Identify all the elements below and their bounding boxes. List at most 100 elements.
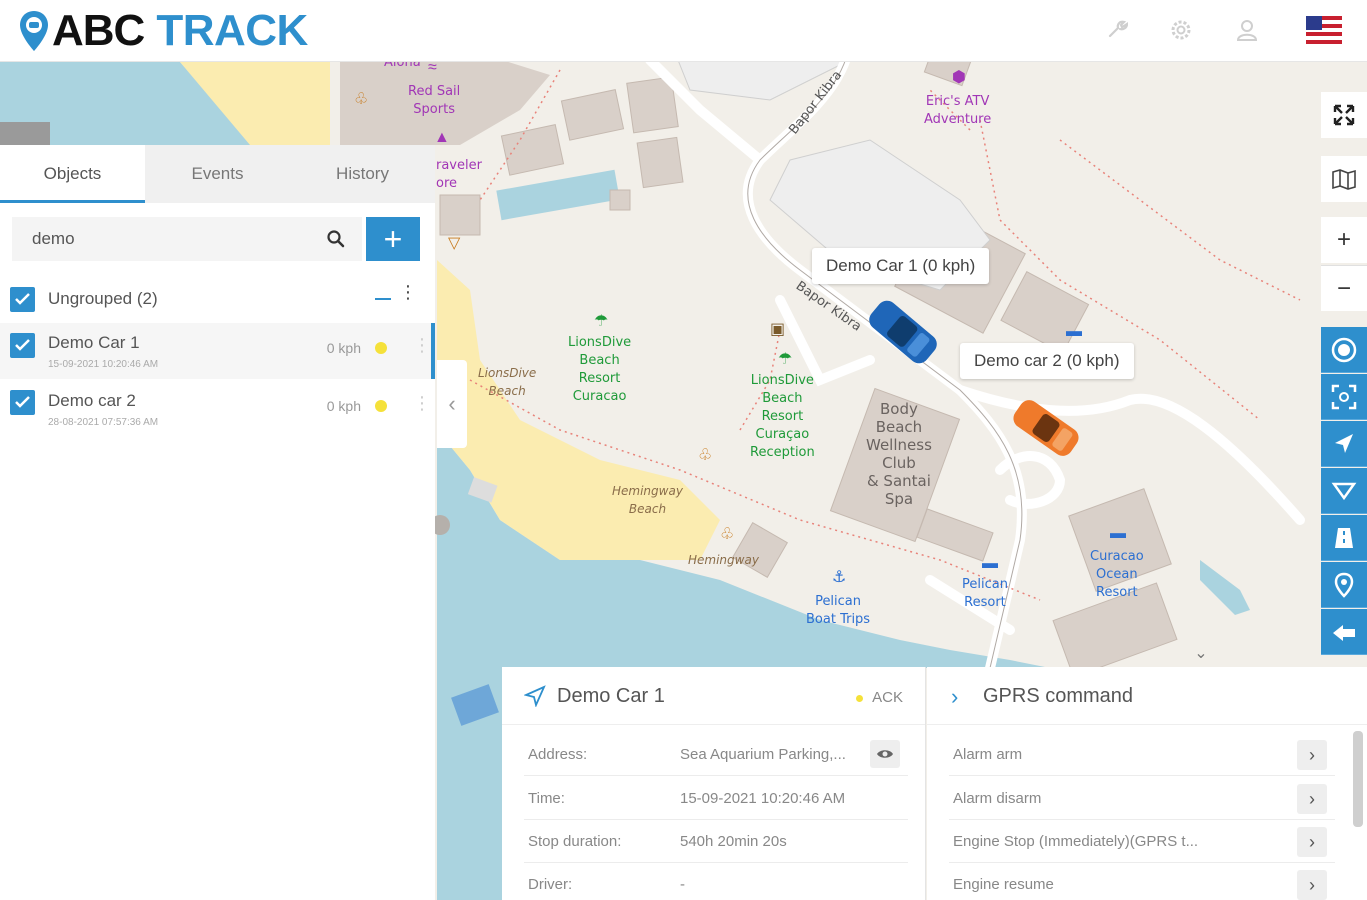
- info-value: -: [680, 876, 685, 893]
- reception-icon: ▣: [770, 321, 786, 338]
- tab-history[interactable]: History: [290, 145, 435, 203]
- ack-label[interactable]: ACK: [872, 689, 903, 706]
- command-row[interactable]: Alarm arm ›: [949, 733, 1335, 776]
- object-timestamp: 28-08-2021 07:57:36 AM: [48, 417, 159, 428]
- filter-icon[interactable]: [1321, 468, 1367, 514]
- wrench-icon[interactable]: [1104, 18, 1130, 44]
- gprs-header[interactable]: › GPRS command: [927, 667, 1367, 725]
- logo-abc-text: ABC: [52, 6, 145, 55]
- send-command-button[interactable]: ›: [1297, 740, 1327, 770]
- restaurant-icon: ♧: [698, 447, 713, 464]
- map-layers-icon[interactable]: [1321, 156, 1367, 202]
- map-label-hemingway: Hemingway: [688, 553, 759, 567]
- map-label-erics-atv: Eric's ATV Adventure: [924, 94, 992, 127]
- hotel-icon: ▬: [1066, 323, 1082, 340]
- restaurant-icon: ♧: [354, 91, 369, 108]
- map-label-body-beach: Body Beach Wellness Club & Santai Spa: [866, 400, 932, 508]
- send-command-button[interactable]: ›: [1297, 784, 1327, 814]
- restaurant-icon: ♧: [720, 526, 735, 543]
- info-title: Demo Car 1: [557, 685, 665, 707]
- object-row[interactable]: Demo car 2 28-08-2021 07:57:36 AM 0 kph …: [0, 383, 435, 439]
- info-value: 15-09-2021 10:20:46 AM: [680, 790, 846, 807]
- info-key: Driver:: [528, 876, 573, 893]
- group-checkbox[interactable]: [10, 287, 35, 312]
- command-label: Alarm arm: [953, 746, 1023, 763]
- search-input[interactable]: [12, 217, 312, 261]
- command-row[interactable]: Engine resume ›: [949, 863, 1335, 900]
- logo-pin-icon: [18, 9, 50, 53]
- object-name: Demo Car 1: [48, 333, 140, 352]
- search-box: [12, 217, 362, 261]
- pin-icon[interactable]: [1321, 562, 1367, 608]
- tab-events[interactable]: Events: [145, 145, 290, 203]
- atv-icon: ⬢: [952, 69, 966, 86]
- info-header: Demo Car 1 ACK: [502, 667, 925, 725]
- shirt-icon: ▲: [434, 129, 450, 146]
- road-icon[interactable]: [1321, 515, 1367, 561]
- object-menu-icon[interactable]: ⋮: [413, 336, 431, 354]
- app-logo[interactable]: ABC TRACK: [18, 6, 308, 56]
- command-row[interactable]: Engine Stop (Immediately)(GPRS t... ›: [949, 820, 1335, 863]
- object-info-panel: Demo Car 1 ACK Address: Sea Aquarium Par…: [502, 667, 926, 900]
- map-label-pelican-boat: Pelican Boat Trips: [806, 594, 871, 627]
- panel-tabs: Objects Events History: [0, 145, 435, 203]
- user-icon[interactable]: [1234, 18, 1260, 44]
- target-icon[interactable]: [1321, 327, 1367, 373]
- us-flag-icon[interactable]: [1306, 16, 1342, 44]
- send-command-button[interactable]: ›: [1297, 870, 1327, 900]
- swimmer-icon: ≈: [428, 59, 437, 76]
- objects-panel: Objects Events History + Ungrouped (2) ⋮…: [0, 145, 435, 900]
- command-label: Engine resume: [953, 876, 1054, 893]
- command-label: Alarm disarm: [953, 790, 1042, 807]
- tab-objects[interactable]: Objects: [0, 145, 145, 203]
- object-timestamp: 15-09-2021 10:20:46 AM: [48, 359, 159, 370]
- object-checkbox[interactable]: [10, 390, 35, 415]
- zoom-out-icon[interactable]: −: [1321, 265, 1367, 311]
- group-menu-icon[interactable]: ⋮: [399, 283, 417, 301]
- zoom-in-icon[interactable]: +: [1321, 217, 1367, 263]
- scrollbar[interactable]: [1353, 731, 1363, 827]
- search-row: +: [12, 217, 420, 261]
- car-1-callout[interactable]: Demo Car 1 (0 kph): [812, 248, 990, 284]
- bar-icon: ▽: [448, 235, 461, 252]
- car-2-callout[interactable]: Demo car 2 (0 kph): [960, 343, 1134, 379]
- chevron-down-icon[interactable]: ⌄: [1160, 640, 1242, 668]
- command-label: Engine Stop (Immediately)(GPRS t...: [953, 833, 1199, 850]
- map-label-lionsdive-resort: LionsDive Beach Resort Curacao: [568, 335, 632, 404]
- navigation-arrow-icon: [523, 685, 546, 712]
- info-value: Sea Aquarium Parking,...: [680, 746, 846, 763]
- group-label: Ungrouped (2): [48, 289, 158, 308]
- gprs-command-panel: › GPRS command Alarm arm › Alarm disarm …: [927, 667, 1367, 900]
- search-icon[interactable]: [326, 229, 346, 249]
- add-object-button[interactable]: +: [366, 217, 420, 261]
- eye-icon[interactable]: [870, 740, 900, 768]
- object-speed: 0 kph: [326, 340, 361, 356]
- info-value: 540h 20min 20s: [680, 833, 787, 850]
- info-key: Stop duration:: [528, 833, 622, 850]
- chevron-right-icon[interactable]: ›: [951, 684, 958, 710]
- group-row[interactable]: Ungrouped (2) ⋮: [0, 281, 435, 317]
- palm-icon: ☂: [778, 351, 793, 368]
- info-row-address: Address: Sea Aquarium Parking,...: [524, 733, 908, 776]
- fullscreen-icon[interactable]: [1321, 92, 1367, 138]
- object-row[interactable]: Demo Car 1 15-09-2021 10:20:46 AM 0 kph …: [0, 323, 435, 379]
- command-row[interactable]: Alarm disarm ›: [949, 777, 1335, 820]
- object-name: Demo car 2: [48, 391, 136, 410]
- status-dot: [375, 342, 387, 354]
- object-speed: 0 kph: [326, 398, 361, 414]
- hotel-icon: ▬: [1110, 525, 1126, 542]
- anchor-icon: ⚓: [832, 569, 847, 586]
- fit-bounds-icon[interactable]: [1321, 374, 1367, 420]
- send-command-button[interactable]: ›: [1297, 827, 1327, 857]
- map-label-red-sail: Red Sail Sports: [408, 84, 461, 117]
- navigate-icon[interactable]: [1321, 421, 1367, 467]
- collapse-panel-button[interactable]: ‹: [437, 360, 467, 448]
- collapse-group-icon[interactable]: [375, 298, 391, 300]
- object-menu-icon[interactable]: ⋮: [413, 394, 431, 412]
- map-label-curacao-ocean: Curacao Ocean Resort: [1090, 549, 1144, 600]
- info-row-driver: Driver: -: [524, 863, 908, 900]
- status-dot: [375, 400, 387, 412]
- object-checkbox[interactable]: [10, 333, 35, 358]
- pointer-icon[interactable]: [1321, 609, 1367, 655]
- gear-icon[interactable]: [1168, 18, 1194, 44]
